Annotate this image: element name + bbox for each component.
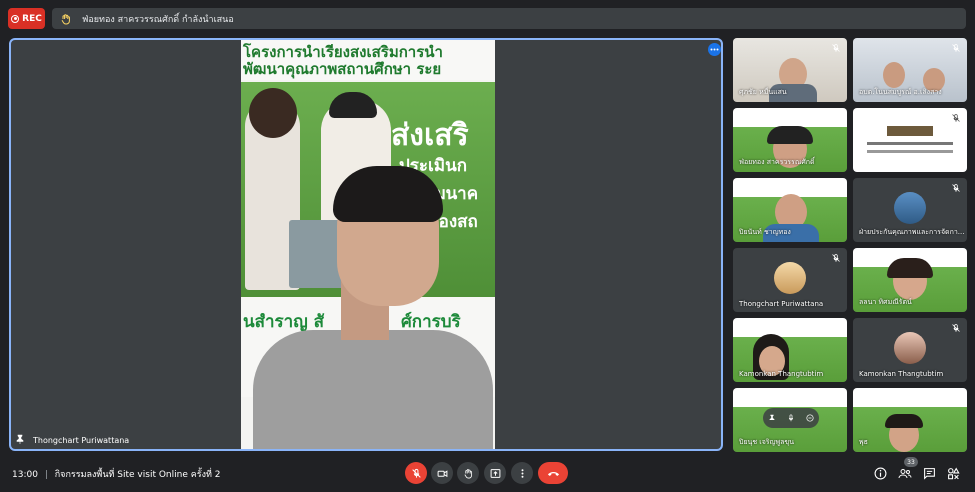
tile-hover-controls[interactable]: [763, 408, 819, 428]
participants-button[interactable]: [898, 466, 912, 480]
participant-tile-9[interactable]: Kamonkan Thangtubtim: [733, 318, 847, 382]
participant-tile-1[interactable]: ศุภชัย หมื่นแสน: [733, 38, 847, 102]
participant-name: ปิยนันท์ ชาญทอง: [739, 228, 791, 236]
activities-button[interactable]: [946, 466, 960, 480]
meeting-info: 13:00 | กิจกรรมลงพื้นที่ Site visit Onli…: [12, 467, 221, 481]
more-options-button[interactable]: [708, 43, 721, 56]
slide-line-2: พัฒนาคุณภาพสถานศึกษา ระย: [243, 60, 442, 78]
participant-name: ลลนา ทิศมณีรัตน์: [859, 298, 912, 306]
chat-icon: [923, 467, 935, 480]
mic-off-icon: [832, 184, 840, 192]
hang-up-icon: [547, 471, 559, 476]
presenting-banner: ฟ่อยทอง สาครวรรณศักดิ์ กำลังนำเสนอ: [52, 8, 966, 29]
participant-name: พุธ: [859, 438, 868, 446]
mic-off-icon: [832, 44, 840, 52]
meeting-title: กิจกรรมลงพื้นที่ Site visit Online ครั้ง…: [54, 470, 221, 480]
leave-call-button[interactable]: [538, 462, 568, 484]
record-dot-icon: [11, 14, 20, 23]
more-options-button[interactable]: [511, 462, 533, 484]
participant-name: ปิยนุช เจริญพูลขุน: [739, 438, 794, 446]
remove-icon[interactable]: [806, 414, 814, 422]
hand-icon: [463, 468, 472, 478]
participant-tile-10[interactable]: Kamonkan Thangtubtim: [853, 318, 967, 382]
present-screen-button[interactable]: [484, 462, 506, 484]
mic-off-icon: [411, 468, 421, 478]
rec-label: REC: [22, 13, 42, 24]
presenting-text: ฟ่อยทอง สาครวรรณศักดิ์ กำลังนำเสนอ: [82, 14, 234, 25]
mic-off-icon: [952, 114, 960, 122]
participant-tile-6[interactable]: ฝ่ายประกันคุณภาพและการจัดกา...: [853, 178, 967, 242]
presenter-video: โครงการนำเรียงสงเสริมการนำ พัฒนาคุณภาพสถ…: [241, 40, 495, 449]
bottom-control-bar: 13:00 | กิจกรรมลงพื้นที่ Site visit Onli…: [0, 455, 975, 492]
present-screen-icon: [490, 468, 500, 478]
participant-tile-5[interactable]: ปิยนันท์ ชาญทอง: [733, 178, 847, 242]
presenter-shirt: [253, 330, 493, 449]
meeting-time: 13:00: [12, 470, 38, 480]
meeting-details-button[interactable]: [873, 466, 887, 480]
participant-tile-7[interactable]: Thongchart Puriwattana: [733, 248, 847, 312]
mic-off-icon: [952, 184, 960, 192]
chat-button[interactable]: [922, 466, 936, 480]
camera-toggle-button[interactable]: [431, 462, 453, 484]
mic-off-icon: [952, 254, 960, 262]
participant-name: ฟ่อยทอง สาครวรรณศักดิ์: [739, 158, 815, 166]
camera-icon: [437, 469, 447, 477]
participant-tile-3[interactable]: ฟ่อยทอง สาครวรรณศักดิ์: [733, 108, 847, 172]
more-dots-icon: [710, 48, 719, 51]
participant-name: ฝ่ายประกันคุณภาพและการจัดกา...: [859, 228, 965, 236]
avatar: [774, 262, 806, 294]
mic-toggle-button[interactable]: [405, 462, 427, 484]
participant-tile-4-screen[interactable]: [853, 108, 967, 172]
avatar: [894, 332, 926, 364]
avatar: [894, 192, 926, 224]
slide-child-hair: [249, 88, 297, 138]
pin-icon[interactable]: [15, 434, 25, 444]
shapes-icon: [947, 467, 960, 479]
mic-off-icon: [832, 114, 840, 122]
mic-off-icon: [832, 324, 840, 332]
pin-icon[interactable]: [768, 414, 776, 422]
presenter-name-label: Thongchart Puriwattana: [33, 436, 130, 445]
mic-off-icon: [952, 324, 960, 332]
participant-count-badge: 33: [904, 457, 918, 467]
people-icon: [898, 468, 912, 478]
raise-hand-button[interactable]: [457, 462, 479, 484]
more-vert-icon: [521, 468, 523, 478]
participant-name: ศุภชัย หมื่นแสน: [739, 88, 787, 96]
separator: |: [44, 470, 48, 480]
recording-badge[interactable]: REC: [8, 8, 45, 29]
mic-off-icon: [832, 254, 840, 262]
mic-icon[interactable]: [787, 414, 795, 422]
participant-tile-12[interactable]: พุธ: [853, 388, 967, 452]
participant-name: อบต.โนนสมบูรณ์ อ.เลิงสาง: [859, 88, 942, 96]
participant-name: Thongchart Puriwattana: [739, 300, 824, 308]
participant-name: Kamonkan Thangtubtim: [739, 370, 824, 378]
main-video-stage[interactable]: โครงการนำเรียงสงเสริมการนำ พัฒนาคุณภาพสถ…: [9, 38, 723, 451]
info-icon: [874, 467, 886, 479]
participant-tile-11[interactable]: ปิยนุช เจริญพูลขุน: [733, 388, 847, 452]
mic-off-icon: [952, 44, 960, 52]
participant-tile-8[interactable]: ลลนา ทิศมณีรัตน์: [853, 248, 967, 312]
participant-tile-2[interactable]: อบต.โนนสมบูรณ์ อ.เลิงสาง: [853, 38, 967, 102]
participant-name: Kamonkan Thangtubtim: [859, 370, 944, 378]
presenter-hand-icon: [61, 13, 70, 25]
